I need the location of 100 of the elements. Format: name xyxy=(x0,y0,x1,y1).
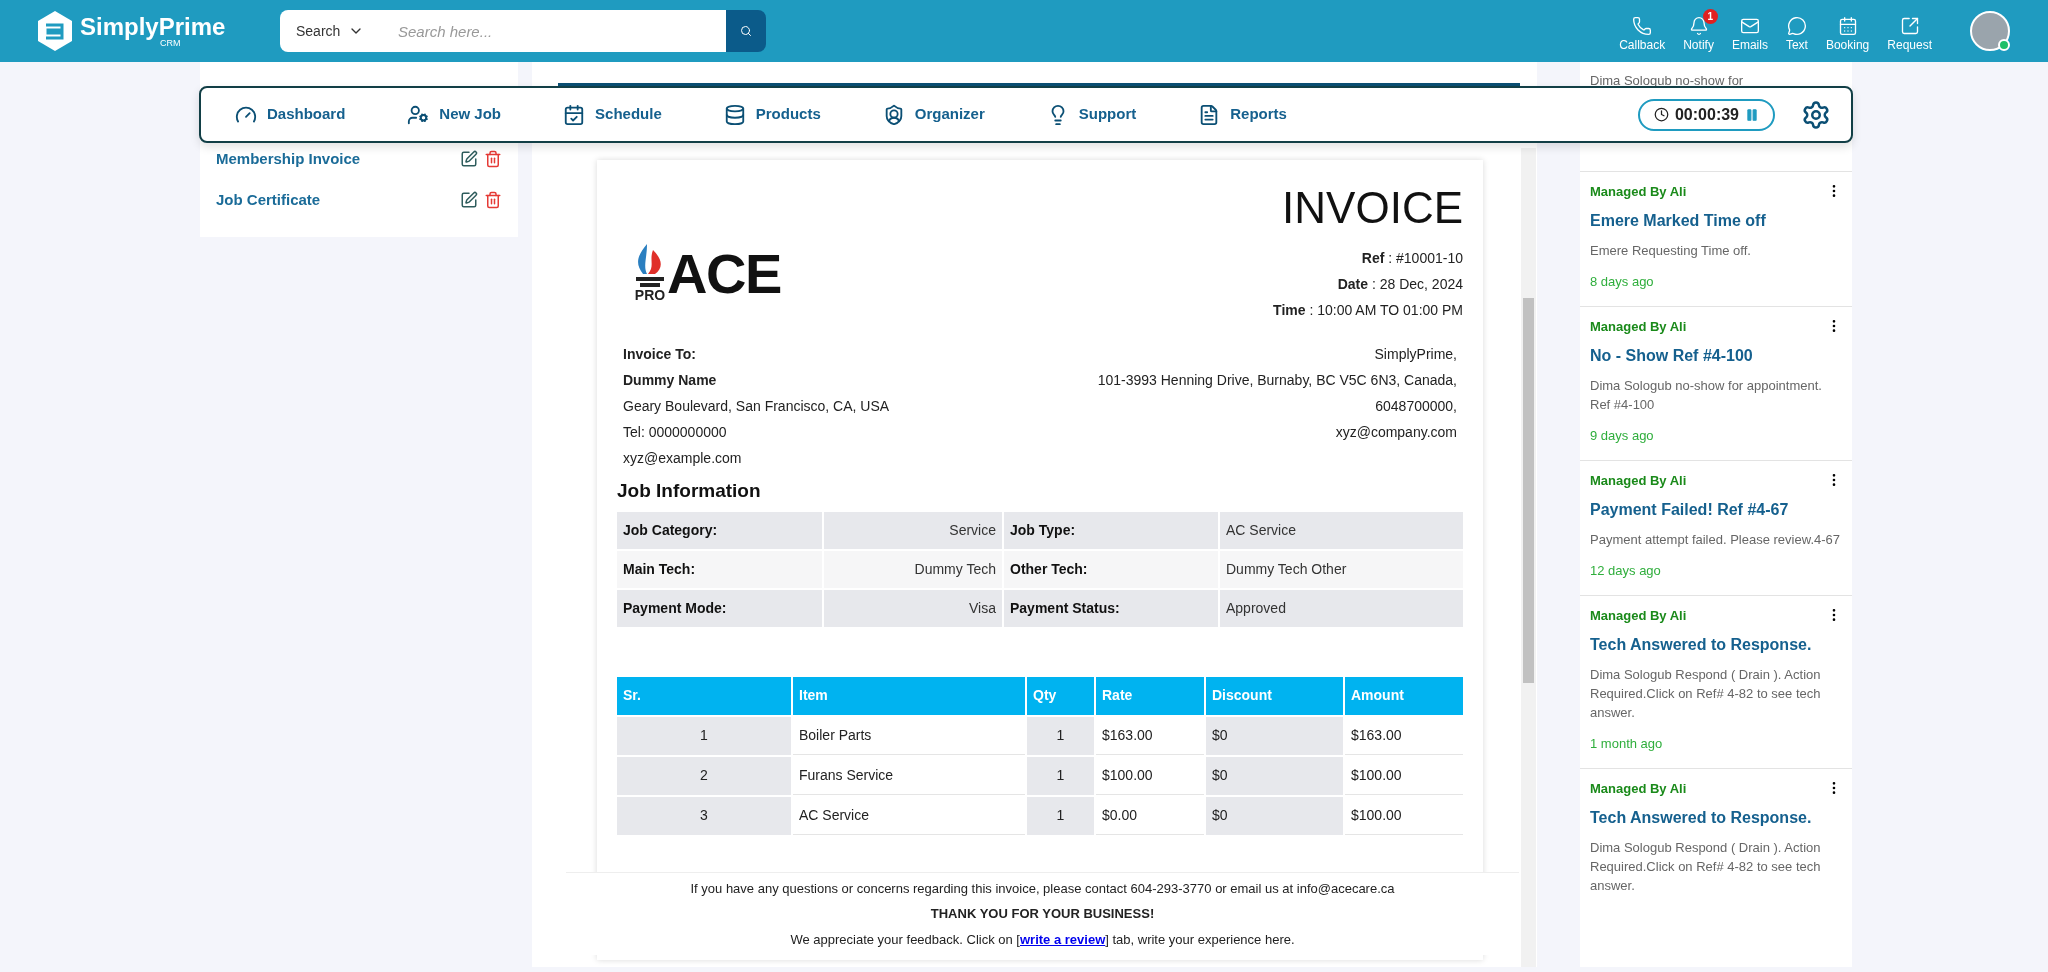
table-header-cell: Sr. xyxy=(617,676,791,715)
manager-label: Managed By Ali xyxy=(1590,317,1687,336)
notification-card[interactable]: Managed By Ali Tech Answered to Response. Dima Sologub Respond ( Drain ). Action Required.Click on Ref# 4-82 to see tech answer. 1 month ago xyxy=(1580,594,1852,768)
notification-time: 8 days ago xyxy=(1590,273,1655,291)
delete-icon[interactable] xyxy=(484,190,502,209)
nav-item[interactable]: Reports xyxy=(1198,103,1287,126)
invoice-meta: Time : 10:00 AM TO 01:00 PM xyxy=(1273,301,1463,320)
calendar-check-icon xyxy=(563,103,586,126)
notification-body: Dima Sologub Respond ( Drain ). Action Required.Click on Ref# 4-82 to see tech answer. xyxy=(1590,666,1822,722)
share-icon xyxy=(1899,15,1920,36)
nav-item[interactable]: Dashboard xyxy=(235,103,346,126)
table-cell: 1 xyxy=(1027,756,1094,795)
manager-label: Managed By Ali xyxy=(1590,606,1687,625)
table-cell: 1 xyxy=(1027,716,1094,755)
manager-label: Managed By Ali xyxy=(1590,182,1687,201)
customer-name: Dummy Name xyxy=(623,371,718,390)
pause-icon[interactable] xyxy=(1745,107,1759,122)
logo-ace-text: ACE xyxy=(667,246,782,302)
table-cell: 1 xyxy=(617,716,791,755)
company-detail: xyz@company.com xyxy=(1335,423,1457,442)
table-cell: 3 xyxy=(617,796,791,835)
job-info-cell: Dummy Tech xyxy=(824,550,1002,588)
table-cell: $0 xyxy=(1206,716,1343,755)
phone-icon xyxy=(1632,15,1653,36)
job-info-cell: Payment Mode: xyxy=(617,589,822,627)
notification-body: Dima Sologub no-show for appointment. Ref #4-100 xyxy=(1590,377,1823,414)
section-heading: Job Information xyxy=(617,479,762,503)
notification-body: Emere Requesting Time off. xyxy=(1590,242,1752,260)
job-info-cell: Service xyxy=(824,511,1002,549)
notification-badge: 1 xyxy=(1702,8,1718,24)
notification-title: Emere Marked Time off xyxy=(1590,211,1767,231)
scrollbar-thumb[interactable] xyxy=(1523,298,1534,683)
logo-pro-text: PRO xyxy=(634,288,666,302)
notification-card[interactable]: Managed By Ali Tech Answered to Response. Dima Sologub Respond ( Drain ). Action Required.Click on Ref# 4-82 to see tech answer. xyxy=(1580,767,1852,909)
notification-time: 12 days ago xyxy=(1590,562,1662,580)
avatar[interactable] xyxy=(1970,11,2010,51)
nav-item[interactable]: Support xyxy=(1046,103,1137,126)
company-detail: 6048700000, xyxy=(1375,397,1457,416)
nav-item[interactable]: New Job xyxy=(407,103,502,126)
notification-title: No - Show Ref #4-100 xyxy=(1590,346,1754,366)
invoice-meta: Date : 28 Dec, 2024 xyxy=(1337,275,1463,294)
customer-detail: xyz@example.com xyxy=(623,449,743,468)
manager-label: Managed By Ali xyxy=(1590,471,1687,490)
notification-title: Tech Answered to Response. xyxy=(1590,635,1813,655)
job-info-cell: Approved xyxy=(1220,589,1463,627)
notification-body: Dima Sologub no-show for xyxy=(1590,72,1744,90)
manager-label: Managed By Ali xyxy=(1590,779,1687,798)
job-info-cell: AC Service xyxy=(1220,511,1463,549)
chat-icon xyxy=(1786,15,1807,36)
delete-icon[interactable] xyxy=(484,150,502,169)
logo-subtitle: CRM xyxy=(160,38,181,48)
nav-item[interactable]: Products xyxy=(723,103,821,126)
search-icon xyxy=(740,25,752,37)
notification-card[interactable]: Managed By Ali Payment Failed! Ref #4-67 Payment attempt failed. Please review.4-67 12 days ago xyxy=(1580,459,1852,595)
company-detail: SimplyPrime, xyxy=(1374,345,1457,364)
job-info-cell: Job Category: xyxy=(617,511,822,549)
timer-pill[interactable]: 00:00:39 xyxy=(1637,98,1775,131)
job-info-cell: Visa xyxy=(824,589,1002,627)
customer-detail: Geary Boulevard, San Francisco, CA, USA xyxy=(623,397,890,416)
document-link[interactable]: Job Certificate xyxy=(216,188,321,211)
bell-icon xyxy=(1688,15,1709,36)
job-info-cell: Dummy Tech Other xyxy=(1220,550,1463,588)
header-action-button[interactable]: Notify 1 xyxy=(1679,8,1718,54)
timer-text: 00:00:39 xyxy=(1674,104,1739,125)
notification-card[interactable]: Managed By Ali Emere Marked Time off Emere Requesting Time off. 8 days ago xyxy=(1580,170,1852,306)
notification-time: 1 month ago xyxy=(1590,735,1664,753)
user-gear-icon xyxy=(407,103,430,126)
notification-body: Dima Sologub Respond ( Drain ). Action Required.Click on Ref# 4-82 to see tech answer. xyxy=(1590,839,1822,895)
job-info-cell: Other Tech: xyxy=(1004,550,1218,588)
invoice-meta: Ref : #10001-10 xyxy=(1361,249,1463,268)
notification-title: Tech Answered to Response. xyxy=(1590,808,1813,828)
table-cell: 1 xyxy=(1027,796,1094,835)
table-cell: $0 xyxy=(1206,796,1343,835)
nav-item[interactable]: Schedule xyxy=(563,103,662,126)
logo-icon xyxy=(38,11,72,51)
settings-icon[interactable] xyxy=(1801,99,1831,130)
search-scope-dropdown[interactable]: Search xyxy=(280,10,390,52)
clock-icon xyxy=(1653,107,1669,122)
edit-icon[interactable] xyxy=(460,190,478,209)
table-header-cell: Item xyxy=(793,676,1025,715)
table-cell: $0 xyxy=(1206,756,1343,795)
job-info-cell: Main Tech: xyxy=(617,550,822,588)
nav-item[interactable]: Organizer xyxy=(882,103,985,126)
calendar-icon xyxy=(1837,15,1858,36)
search-field[interactable]: Search here... xyxy=(390,10,726,52)
document-link[interactable]: Membership Invoice xyxy=(216,148,361,171)
table-cell: 2 xyxy=(617,756,791,795)
table-header-cell: Discount xyxy=(1206,676,1343,715)
bill-to-heading: Invoice To: xyxy=(623,345,697,364)
edit-icon[interactable] xyxy=(460,150,478,169)
notification-title: Payment Failed! Ref #4-67 xyxy=(1590,500,1790,520)
logo-text: SimplyPrime xyxy=(80,14,226,39)
thanks-text: THANK YOU FOR YOUR BUSINESS! xyxy=(930,905,1155,923)
customer-detail: Tel: 0000000000 xyxy=(623,423,728,442)
review-text: We appreciate your feedback. Click on [write a review] tab, write your experience here. xyxy=(790,930,1295,949)
notification-card[interactable]: Managed By Ali No - Show Ref #4-100 Dima Sologub no-show for appointment. Ref #4-100 9 days ago xyxy=(1580,305,1852,460)
company-detail: 101-3993 Henning Drive, Burnaby, BC V5C 6N3, Canada, xyxy=(1097,371,1457,390)
flame-icon xyxy=(633,244,667,288)
notification-body: Payment attempt failed. Please review.4-67 xyxy=(1590,531,1842,549)
job-info-cell: Payment Status: xyxy=(1004,589,1218,627)
